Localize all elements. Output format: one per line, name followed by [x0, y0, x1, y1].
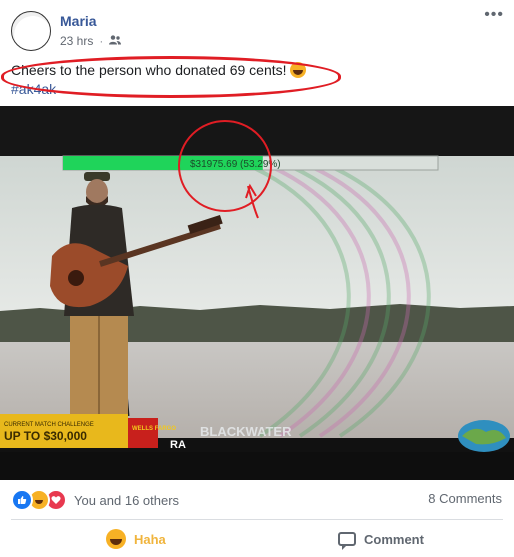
- watermark-sub: RA: [170, 439, 186, 451]
- tv-bezel-top: [0, 106, 514, 158]
- like-reaction-icon: [11, 489, 33, 511]
- comment-label: Comment: [364, 531, 424, 547]
- audience-friends-icon[interactable]: [109, 34, 122, 48]
- reactions-text[interactable]: You and 16 others: [74, 493, 179, 508]
- sponsor-name: WELLS FARGO: [132, 426, 176, 432]
- comment-button[interactable]: Comment: [338, 527, 424, 551]
- avatar[interactable]: [11, 11, 51, 51]
- separator-dot: ·: [99, 34, 104, 48]
- donation-readout: $31975.69 (53.29%): [190, 159, 281, 170]
- haha-icon: [106, 529, 126, 549]
- haha-label: Haha: [134, 531, 166, 547]
- post-time[interactable]: 23 hrs: [60, 34, 93, 48]
- author-name[interactable]: Maria: [60, 13, 97, 29]
- sponsor-logo: [128, 418, 158, 448]
- post-photo[interactable]: $31975.69 (53.29%) CURRENT MATCH CHALLEN…: [0, 106, 514, 480]
- banner-line1: CURRENT MATCH CHALLENGE: [4, 422, 94, 428]
- facebook-post: Maria 23 hrs · ••• Cheers to the person …: [0, 0, 514, 557]
- divider: [11, 519, 503, 520]
- reactions-summary[interactable]: You and 16 others: [11, 489, 179, 511]
- post-meta: 23 hrs ·: [60, 34, 122, 48]
- comment-icon: [338, 532, 356, 550]
- haha-button[interactable]: Haha: [106, 527, 166, 551]
- red-highlight-annotation: [1, 56, 341, 98]
- tv-bezel-bottom: [0, 452, 514, 480]
- banner-line2: UP TO $30,000: [4, 429, 87, 443]
- watermark-text: BLACKWATER: [200, 424, 292, 439]
- comments-count[interactable]: 8 Comments: [428, 491, 502, 506]
- more-options-icon[interactable]: •••: [484, 7, 504, 23]
